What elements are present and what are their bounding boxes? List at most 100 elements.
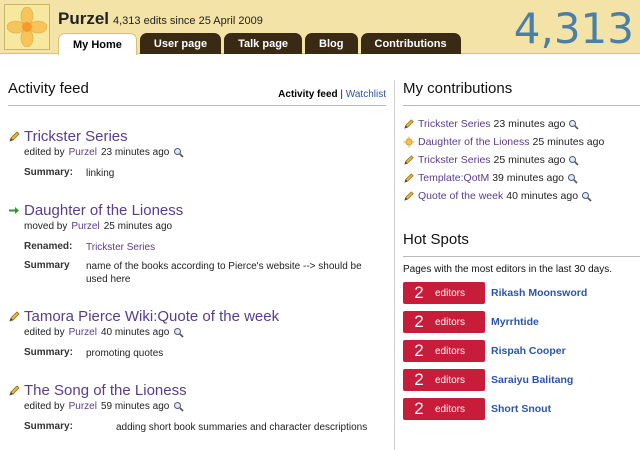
activity-feed-link[interactable]: Activity feed bbox=[278, 89, 337, 100]
editor-count: 2 bbox=[414, 283, 424, 302]
hot-spots-list: 2 editors Rikash Moonsword 2 editors Myr… bbox=[403, 282, 640, 420]
contribution-page-link[interactable]: Trickster Series bbox=[418, 118, 491, 130]
feed-item-user[interactable]: Purzel bbox=[69, 401, 97, 412]
arrow-right-icon bbox=[8, 204, 21, 217]
contribution-time: 39 minutes ago bbox=[492, 172, 565, 184]
summary-label: Summary: bbox=[24, 167, 73, 178]
editor-count: 2 bbox=[414, 370, 424, 389]
list-item: Trickster Series 25 minutes ago bbox=[403, 151, 640, 169]
editor-count: 2 bbox=[414, 399, 424, 418]
summary-label: Summary: bbox=[24, 347, 73, 358]
feed-item-user[interactable]: Purzel bbox=[69, 327, 97, 338]
magnifier-icon[interactable] bbox=[173, 401, 184, 412]
magnifier-icon[interactable] bbox=[581, 191, 592, 202]
editors-badge: 2 editors bbox=[403, 282, 485, 304]
feed-item-time: 40 minutes ago bbox=[100, 327, 170, 338]
feed-item-title[interactable]: Daughter of the Lioness bbox=[24, 202, 183, 219]
list-item: Daughter of the Lioness 25 minutes ago bbox=[403, 133, 640, 151]
list-item: Trickster Series 23 minutes ago bbox=[403, 115, 640, 133]
pencil-icon bbox=[403, 190, 415, 202]
activity-feed-heading: Activity feed Activity feed | Watchlist bbox=[8, 80, 386, 106]
tab-blog[interactable]: Blog bbox=[305, 33, 358, 54]
watchlist-link[interactable]: Watchlist bbox=[346, 89, 386, 100]
hot-spot-page-link[interactable]: Short Snout bbox=[491, 403, 551, 415]
list-item: 2 editors Saraiyu Balitang bbox=[403, 369, 640, 391]
list-item: 2 editors Myrrhtide bbox=[403, 311, 640, 333]
editor-unit: editors bbox=[435, 374, 466, 386]
magnifier-icon[interactable] bbox=[568, 119, 579, 130]
renamed-value[interactable]: Trickster Series bbox=[86, 241, 155, 254]
feed-item: Tamora Pierce Wiki:Quote of the week edi… bbox=[8, 308, 386, 360]
feed-item-user[interactable]: Purzel bbox=[71, 221, 99, 232]
contribution-time: 25 minutes ago bbox=[493, 154, 566, 166]
hot-spot-page-link[interactable]: Rikash Moonsword bbox=[491, 287, 587, 299]
pencil-icon bbox=[403, 118, 415, 130]
editor-unit: editors bbox=[435, 316, 466, 328]
feed-item-time: 25 minutes ago bbox=[103, 221, 173, 232]
summary-label: Summary: bbox=[24, 421, 73, 432]
contribution-time: 25 minutes ago bbox=[532, 136, 605, 148]
sun-icon bbox=[403, 136, 415, 148]
contribution-page-link[interactable]: Trickster Series bbox=[418, 154, 491, 166]
hot-spot-page-link[interactable]: Saraiyu Balitang bbox=[491, 374, 573, 386]
feed-item-user[interactable]: Purzel bbox=[69, 147, 97, 158]
hot-spots-description: Pages with the most editors in the last … bbox=[403, 264, 612, 275]
feed-item-action: edited by bbox=[24, 147, 65, 158]
magnifier-icon[interactable] bbox=[173, 147, 184, 158]
tab-my-home[interactable]: My Home bbox=[58, 33, 137, 55]
feed-switcher: Activity feed | Watchlist bbox=[278, 89, 386, 100]
tab-talk-page[interactable]: Talk page bbox=[224, 33, 303, 54]
summary-value: promoting quotes bbox=[86, 348, 164, 359]
feed-item-action: moved by bbox=[24, 221, 68, 232]
contribution-page-link[interactable]: Template:QotM bbox=[418, 172, 489, 184]
feed-item: Trickster Series edited by Purzel 23 min… bbox=[8, 128, 386, 180]
activity-feed-title: Activity feed bbox=[8, 80, 89, 97]
magnifier-icon[interactable] bbox=[568, 155, 579, 166]
feed-item-time: 59 minutes ago bbox=[100, 401, 170, 412]
sidebar: My contributions Trickster Series 23 min… bbox=[394, 80, 640, 450]
feed-item-title[interactable]: Tamora Pierce Wiki:Quote of the week bbox=[24, 308, 279, 325]
pencil-icon bbox=[403, 154, 415, 166]
magnifier-icon[interactable] bbox=[173, 327, 184, 338]
pencil-icon bbox=[8, 384, 21, 397]
editor-count: 2 bbox=[414, 312, 424, 331]
editors-badge: 2 editors bbox=[403, 311, 485, 333]
flower-icon bbox=[7, 7, 47, 47]
pencil-icon bbox=[8, 130, 21, 143]
feed-item-action: edited by bbox=[24, 401, 65, 412]
list-item: 2 editors Short Snout bbox=[403, 398, 640, 420]
pencil-icon bbox=[8, 310, 21, 323]
contribution-time: 23 minutes ago bbox=[493, 118, 566, 130]
summary-value: name of the books according to Pierce's … bbox=[86, 261, 362, 285]
editors-badge: 2 editors bbox=[403, 398, 485, 420]
tab-user-page[interactable]: User page bbox=[139, 33, 222, 54]
summary-value: linking bbox=[86, 168, 115, 179]
list-item: 2 editors Rispah Cooper bbox=[403, 340, 640, 362]
summary-label: Summary bbox=[24, 260, 70, 271]
username: Purzel bbox=[58, 9, 110, 28]
feed-item-action: edited by bbox=[24, 327, 65, 338]
contributions-list: Trickster Series 23 minutes ago Daughter… bbox=[403, 115, 640, 205]
editor-unit: editors bbox=[435, 345, 466, 357]
feed-item: Daughter of the Lioness moved by Purzel … bbox=[8, 202, 386, 286]
feed-item-title[interactable]: The Song of the Lioness bbox=[24, 382, 187, 399]
hot-spot-page-link[interactable]: Myrrhtide bbox=[491, 316, 539, 328]
avatar[interactable] bbox=[4, 4, 50, 50]
list-item: Template:QotM 39 minutes ago bbox=[403, 169, 640, 187]
magnifier-icon[interactable] bbox=[567, 173, 578, 184]
editor-unit: editors bbox=[435, 287, 466, 299]
feed-link-separator: | bbox=[340, 89, 344, 100]
contribution-time: 40 minutes ago bbox=[506, 190, 579, 202]
list-item: Quote of the week 40 minutes ago bbox=[403, 187, 640, 205]
feed-item-title[interactable]: Trickster Series bbox=[24, 128, 128, 145]
hot-spots-heading: Hot Spots bbox=[403, 231, 640, 257]
tab-contributions[interactable]: Contributions bbox=[360, 33, 461, 54]
profile-header: Purzel 4,313 edits since 25 April 2009 4… bbox=[0, 0, 640, 55]
editors-badge: 2 editors bbox=[403, 369, 485, 391]
contribution-page-link[interactable]: Quote of the week bbox=[418, 190, 503, 202]
contribution-page-link[interactable]: Daughter of the Lioness bbox=[418, 136, 530, 148]
editors-badge: 2 editors bbox=[403, 340, 485, 362]
hot-spot-page-link[interactable]: Rispah Cooper bbox=[491, 345, 566, 357]
profile-tabs: My Home User page Talk page Blog Contrib… bbox=[58, 33, 461, 55]
pencil-icon bbox=[403, 172, 415, 184]
